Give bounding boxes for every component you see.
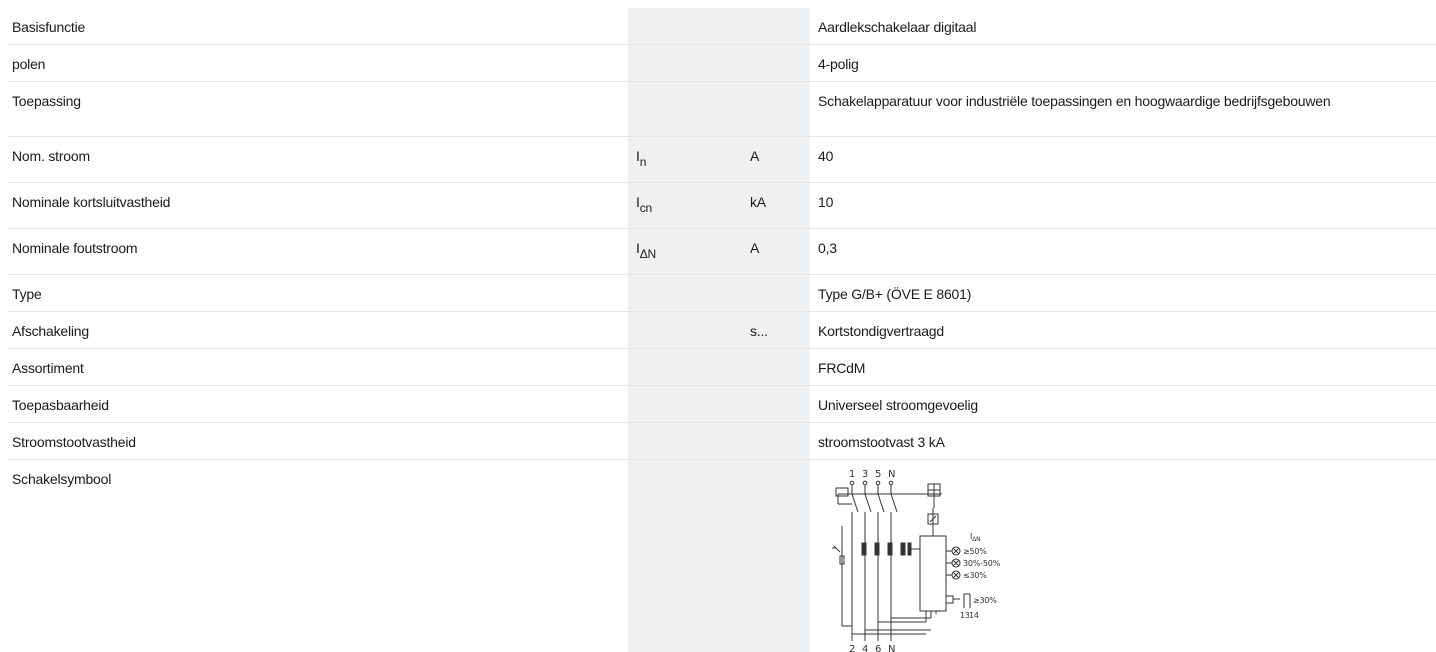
bottom-terminal-n: N xyxy=(888,644,895,652)
row-label: Type xyxy=(8,275,628,312)
delta-n-label: IΔN xyxy=(970,532,980,543)
contact-threshold-label: ≥30% xyxy=(973,596,997,605)
row-unit: A xyxy=(742,137,810,183)
row-unit xyxy=(742,45,810,82)
row-label: polen xyxy=(8,45,628,82)
row-symbol: Icn xyxy=(628,183,742,229)
row-symbol xyxy=(628,386,742,423)
row-symbol xyxy=(628,312,742,349)
led-label-low: ≤30% xyxy=(963,571,987,580)
table-row: Nominale kortsluitvastheid Icn kA 10 xyxy=(8,183,1436,229)
row-value: Kortstondigvertraagd xyxy=(810,312,1436,349)
row-unit: A xyxy=(742,229,810,275)
row-value: 40 xyxy=(810,137,1436,183)
table-row: Toepasbaarheid Universeel stroomgevoelig xyxy=(8,386,1436,423)
top-terminal-1: 1 xyxy=(849,469,855,480)
row-label: Basisfunctie xyxy=(8,8,628,45)
table-row: Stroomstootvastheid stroomstootvast 3 kA xyxy=(8,423,1436,460)
bottom-terminal-2: 2 xyxy=(849,644,855,652)
row-label: Afschakeling xyxy=(8,312,628,349)
row-symbol: In xyxy=(628,137,742,183)
row-symbol xyxy=(628,8,742,45)
row-value: 4-polig xyxy=(810,45,1436,82)
row-symbol xyxy=(628,460,742,652)
row-value: Universeel stroomgevoelig xyxy=(810,386,1436,423)
top-terminal-3: 3 xyxy=(862,469,868,480)
led-label-mid: 30%-50% xyxy=(963,559,1001,568)
row-unit xyxy=(742,349,810,386)
row-value: Schakelapparatuur voor industriële toepa… xyxy=(810,82,1436,137)
row-value: 0,3 xyxy=(810,229,1436,275)
row-label: Nom. stroom xyxy=(8,137,628,183)
row-value: FRCdM xyxy=(810,349,1436,386)
symbol-subscript: n xyxy=(640,155,646,169)
symbol-subscript: cn xyxy=(640,201,652,215)
led-label-high: ≥50% xyxy=(963,547,987,556)
row-label: Nominale foutstroom xyxy=(8,229,628,275)
table-row: Type Type G/B+ (ÖVE E 8601) xyxy=(8,275,1436,312)
table-row: Nom. stroom In A 40 xyxy=(8,137,1436,183)
row-label: Stroomstootvastheid xyxy=(8,423,628,460)
aux-terminal-14: 14 xyxy=(969,611,979,620)
row-label: Schakelsymbool xyxy=(8,460,628,652)
row-value: Type G/B+ (ÖVE E 8601) xyxy=(810,275,1436,312)
table-row: Assortiment FRCdM xyxy=(8,349,1436,386)
bottom-terminal-4: 4 xyxy=(862,644,868,652)
row-label: Toepassing xyxy=(8,82,628,137)
row-unit xyxy=(742,460,810,652)
row-unit xyxy=(742,8,810,45)
page-title-fragment xyxy=(0,0,300,8)
row-value: Aardlekschakelaar digitaal xyxy=(810,8,1436,45)
table-row: Schakelsymbool xyxy=(8,460,1436,652)
row-symbol xyxy=(628,275,742,312)
row-unit xyxy=(742,82,810,137)
row-unit xyxy=(742,275,810,312)
bottom-terminal-6: 6 xyxy=(875,644,881,652)
row-unit xyxy=(742,423,810,460)
circuit-schematic-diagram: 1 3 5 N 2 4 6 N IΔN ≥50% 30%-50% ≤30% xyxy=(818,466,1048,652)
row-value: 10 xyxy=(810,183,1436,229)
row-label: Toepasbaarheid xyxy=(8,386,628,423)
symbol-subscript: ΔN xyxy=(640,247,656,261)
top-terminal-n: N xyxy=(888,469,895,480)
table-row: Afschakeling s... Kortstondigvertraagd xyxy=(8,312,1436,349)
row-symbol xyxy=(628,349,742,386)
row-symbol xyxy=(628,45,742,82)
table-row: Toepassing Schakelapparatuur voor indust… xyxy=(8,82,1436,137)
table-row: Nominale foutstroom IΔN A 0,3 xyxy=(8,229,1436,275)
row-value: 1 3 5 N 2 4 6 N IΔN ≥50% 30%-50% ≤30% xyxy=(810,460,1436,652)
row-symbol xyxy=(628,423,742,460)
row-unit xyxy=(742,386,810,423)
row-value: stroomstootvast 3 kA xyxy=(810,423,1436,460)
row-symbol xyxy=(628,82,742,137)
row-symbol: IΔN xyxy=(628,229,742,275)
top-terminal-5: 5 xyxy=(875,469,881,480)
row-unit: s... xyxy=(742,312,810,349)
row-label: Nominale kortsluitvastheid xyxy=(8,183,628,229)
row-unit: kA xyxy=(742,183,810,229)
row-label: Assortiment xyxy=(8,349,628,386)
table-row: Basisfunctie Aardlekschakelaar digitaal xyxy=(8,8,1436,45)
table-row: polen 4-polig xyxy=(8,45,1436,82)
specification-table: Basisfunctie Aardlekschakelaar digitaal … xyxy=(8,8,1436,652)
